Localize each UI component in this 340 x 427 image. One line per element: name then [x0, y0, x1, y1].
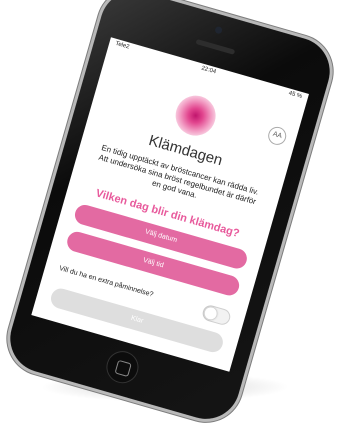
front-camera	[214, 25, 223, 35]
phone-screen: Tele2 22:04 45 % AA Klämdagen En tidig u…	[31, 37, 309, 372]
text-size-button[interactable]: AA	[266, 124, 289, 148]
earpiece-speaker	[195, 38, 236, 55]
status-time: 22:04	[200, 65, 217, 76]
phone-body: Tele2 22:04 45 % AA Klämdagen En tidig u…	[2, 0, 338, 427]
battery-label: 45 %	[287, 90, 303, 101]
done-button[interactable]: Klar	[48, 286, 226, 355]
toggle-knob	[203, 305, 219, 321]
home-button[interactable]	[102, 347, 143, 387]
app-logo-icon	[170, 90, 221, 141]
reminder-toggle[interactable]	[200, 303, 233, 327]
